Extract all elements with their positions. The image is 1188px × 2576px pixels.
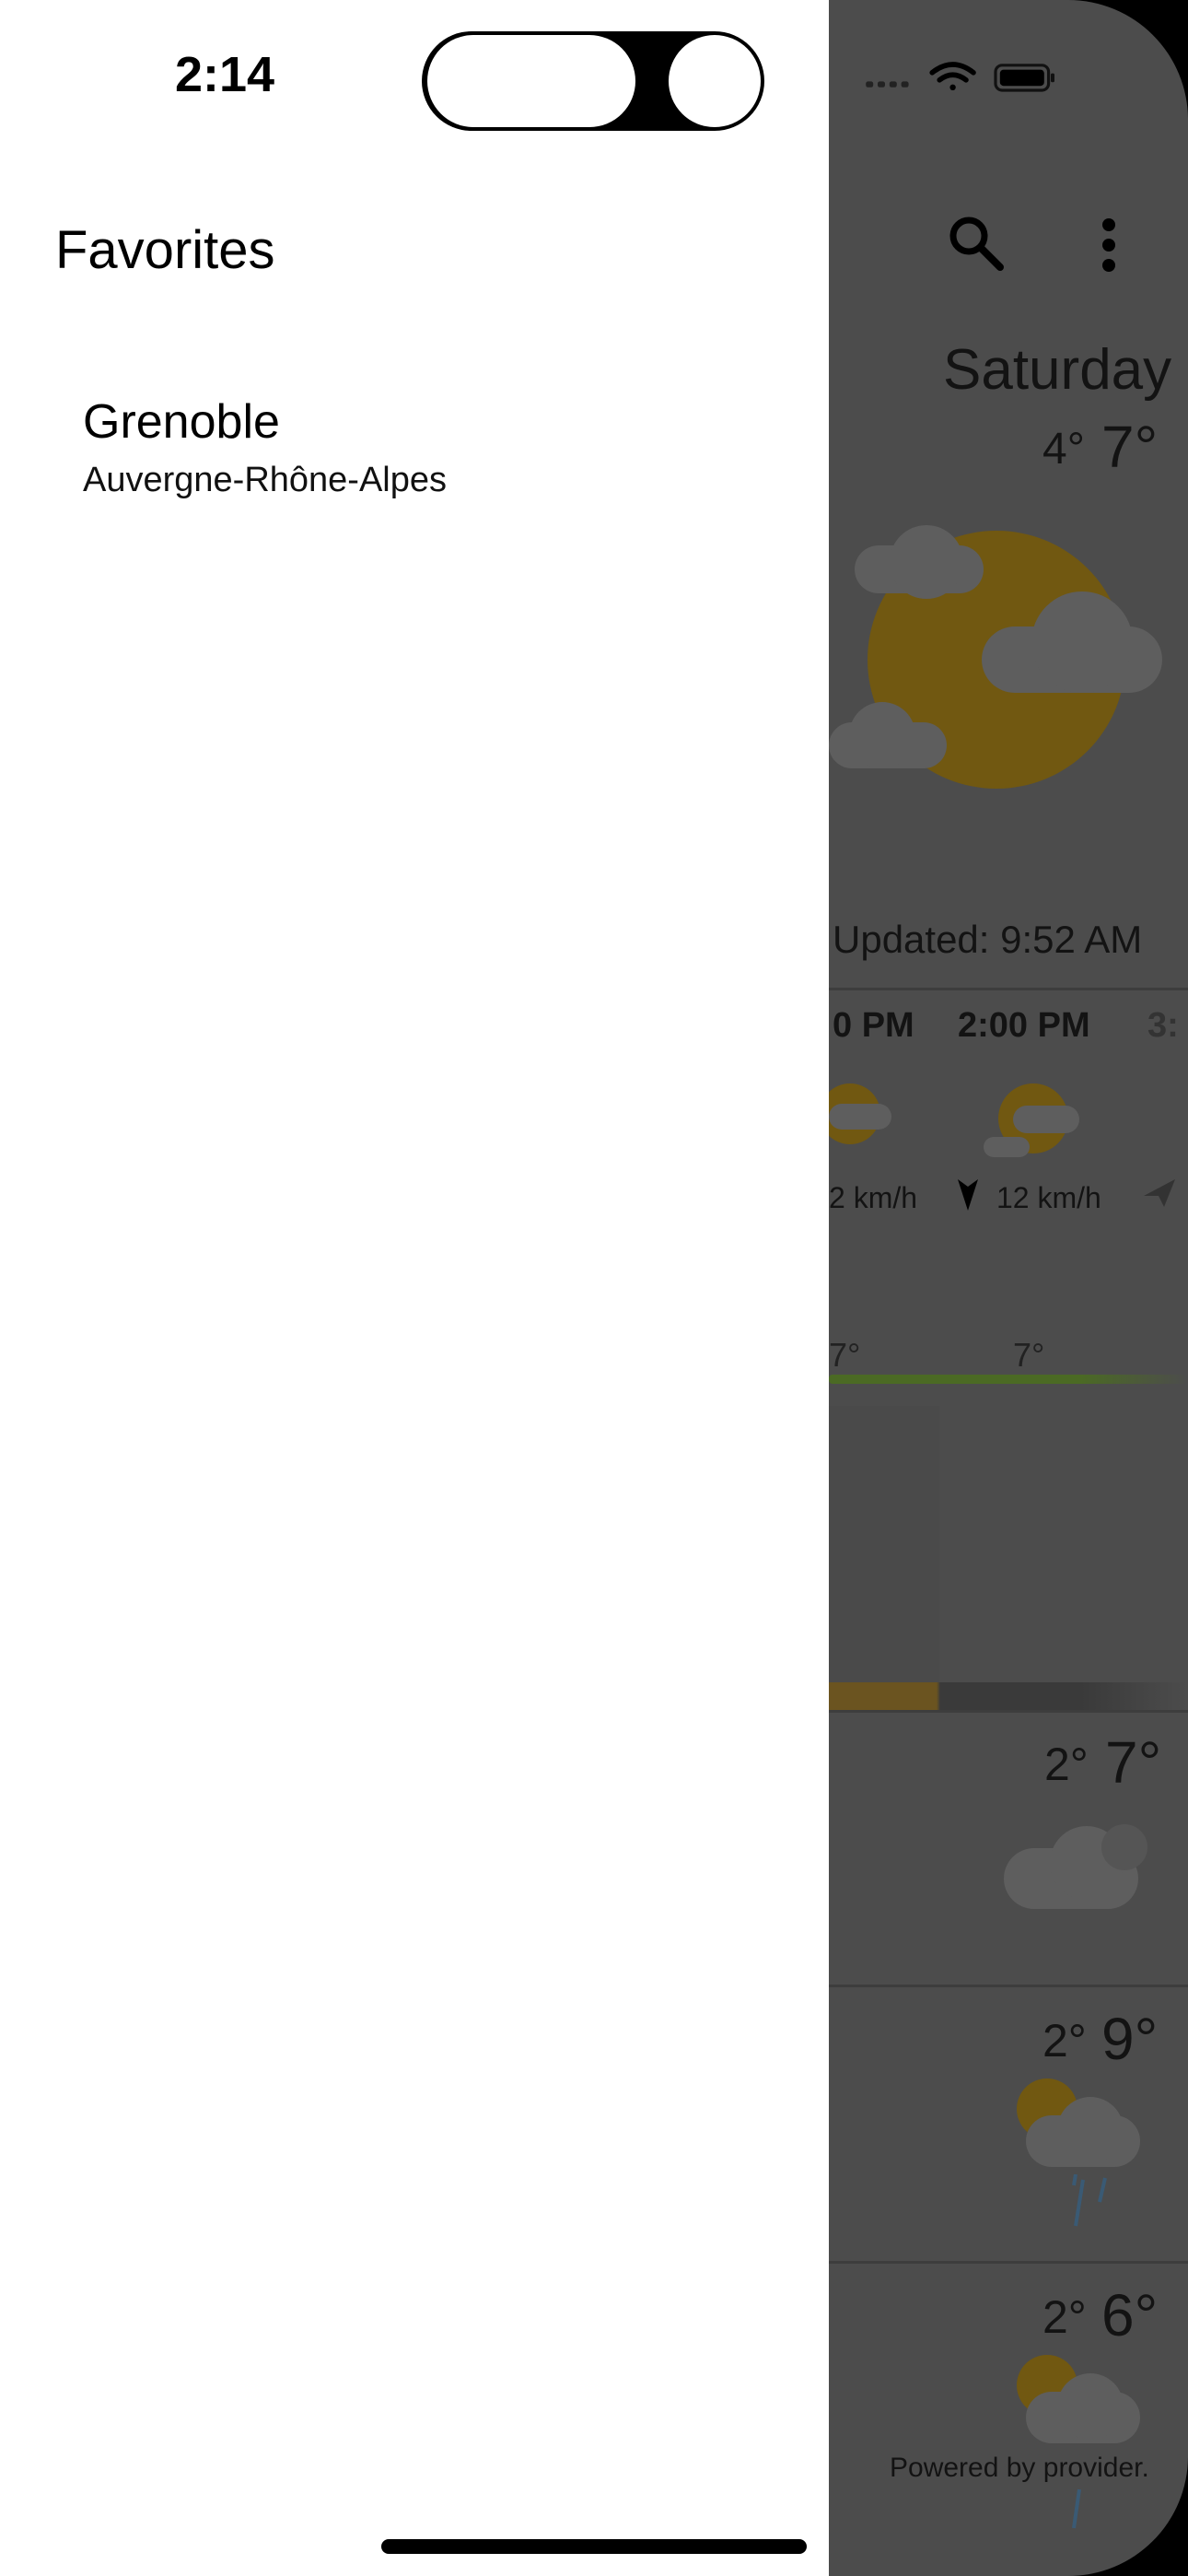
rain-drops-icon: [1072, 2174, 1107, 2227]
hourly-temp-1: 7°: [829, 1336, 861, 1374]
favorites-drawer: 2:14 Favorites Grenoble Auvergne-Rhône-A…: [0, 0, 829, 2576]
updated-label: Updated: 9:52 AM: [833, 918, 1143, 961]
hourly-wind-2: 12 km/h: [996, 1181, 1101, 1214]
divider: [829, 1985, 1188, 1987]
favorite-region-name: Auvergne-Rhône-Alpes: [83, 461, 448, 499]
daily-low-temp: 2°: [1042, 2291, 1087, 2343]
cellular-signal-icon: [866, 81, 909, 88]
hourly-time-1: 0 PM: [833, 1006, 914, 1045]
battery-icon: [994, 64, 1054, 92]
divider: [829, 2261, 1188, 2264]
hourly-time-2: 2:00 PM: [958, 1006, 1090, 1045]
search-icon[interactable]: [947, 214, 1006, 273]
wind-direction-icon: [1144, 1179, 1175, 1207]
home-indicator[interactable]: [381, 2539, 807, 2554]
current-low-temp: 4°: [1042, 425, 1085, 474]
daily-high-temp: 6°: [1101, 2282, 1159, 2348]
status-icons: [866, 62, 1054, 92]
hourly-temp-2: 7°: [1013, 1336, 1045, 1374]
temperature-line: [829, 1375, 1188, 1384]
rain-drops-icon: [1072, 2488, 1081, 2529]
daily-high-temp: 9°: [1101, 2006, 1159, 2072]
daily-low-temp: 2°: [1042, 2015, 1087, 2067]
favorite-item-grenoble[interactable]: Grenoble Auvergne-Rhône-Alpes: [83, 394, 783, 505]
hourly-chart-column-shade: [829, 1406, 939, 1710]
island-overlay-left: [427, 35, 635, 127]
daily-low-temp: 2°: [1044, 1739, 1089, 1790]
hourly-time-3: 3:: [1147, 1006, 1179, 1045]
day-label: Saturday: [943, 338, 1172, 402]
status-bar-time: 2:14: [175, 47, 275, 102]
daylight-bar: [829, 1682, 1188, 1710]
island-overlay-right: [669, 35, 761, 127]
hourly-wind-1: 2 km/h: [829, 1181, 918, 1214]
provider-footer[interactable]: Powered by provider.: [890, 2453, 1149, 2484]
current-high-temp: 7°: [1101, 414, 1159, 480]
divider: [829, 1710, 1188, 1713]
screen: Saturday 4° 7° Updated: 9:52 AM 0 PM 2:0…: [0, 0, 1188, 2576]
wifi-icon: [929, 62, 976, 90]
favorite-city-name: Grenoble: [83, 395, 280, 449]
divider: [829, 988, 1188, 990]
drawer-title: Favorites: [55, 220, 275, 280]
wind-direction-icon: [958, 1179, 978, 1211]
daily-high-temp: 7°: [1105, 1729, 1162, 1796]
more-vert-icon[interactable]: [1098, 217, 1120, 273]
